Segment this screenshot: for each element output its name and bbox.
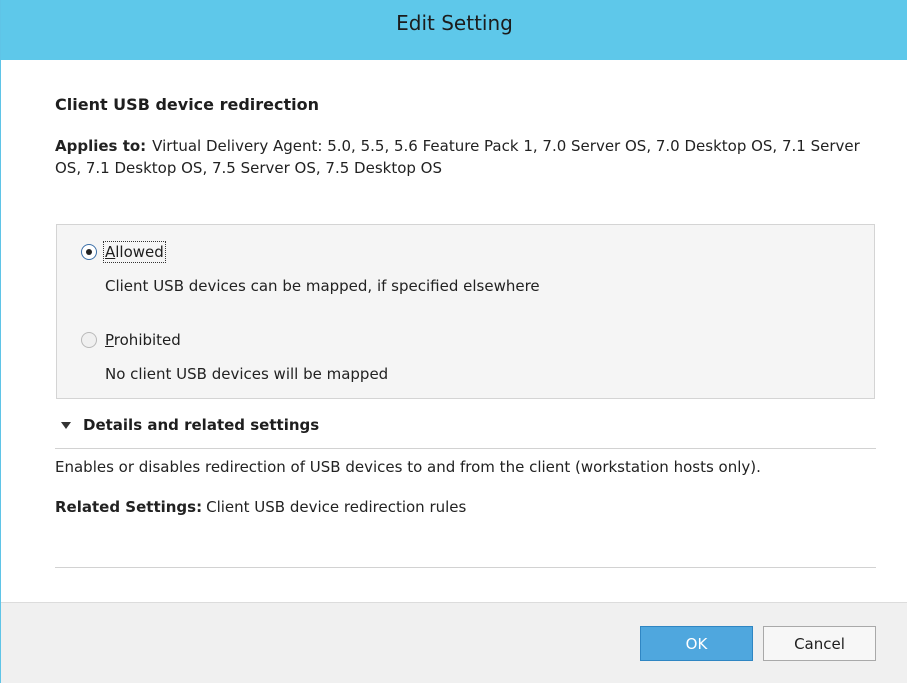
related-settings-label: Related Settings:: [55, 498, 203, 516]
prohibited-label[interactable]: Prohibited: [105, 331, 181, 349]
dialog-content: Client USB device redirection Applies to…: [1, 60, 907, 602]
allowed-label[interactable]: Allowed: [103, 241, 166, 263]
prohibited-option[interactable]: Prohibited: [81, 331, 181, 349]
related-settings-value: Client USB device redirection rules: [206, 498, 467, 516]
applies-to-value: Virtual Delivery Agent: 5.0, 5.5, 5.6 Fe…: [55, 137, 860, 177]
divider: [55, 567, 876, 568]
cancel-button[interactable]: Cancel: [763, 626, 876, 661]
details-header: Details and related settings: [83, 416, 320, 434]
setting-description: Enables or disables redirection of USB d…: [55, 458, 761, 476]
dialog-title: Edit Setting: [396, 11, 513, 35]
button-bar: OK Cancel: [1, 602, 907, 683]
prohibited-description: No client USB devices will be mapped: [105, 365, 389, 383]
applies-to: Applies to: Virtual Delivery Agent: 5.0, …: [55, 135, 875, 179]
options-panel: Allowed Client USB devices can be mapped…: [56, 224, 875, 399]
ok-button[interactable]: OK: [640, 626, 753, 661]
allowed-radio[interactable]: [81, 244, 97, 260]
applies-to-label: Applies to:: [55, 137, 147, 155]
related-settings: Related Settings: Client USB device redir…: [55, 498, 466, 516]
setting-name: Client USB device redirection: [55, 95, 319, 114]
allowed-option[interactable]: Allowed: [81, 241, 166, 263]
triangle-down-icon: [61, 421, 71, 429]
allowed-description: Client USB devices can be mapped, if spe…: [105, 277, 540, 295]
edit-setting-dialog: Edit Setting Client USB device redirecti…: [0, 0, 907, 683]
details-toggle[interactable]: Details and related settings: [61, 416, 319, 434]
divider: [55, 448, 876, 449]
prohibited-radio[interactable]: [81, 332, 97, 348]
title-bar[interactable]: Edit Setting: [1, 0, 907, 60]
